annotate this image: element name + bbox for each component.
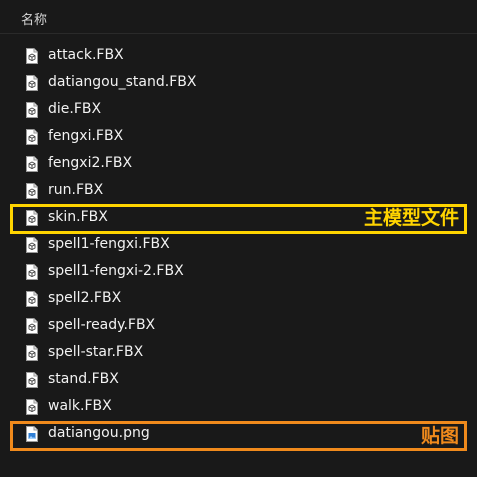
file-row[interactable]: attack.FBX — [0, 43, 477, 70]
file-row[interactable]: spell-ready.FBX — [0, 313, 477, 340]
file-row[interactable]: spell-star.FBX — [0, 340, 477, 367]
header-divider — [0, 33, 477, 34]
file-name: stand.FBX — [48, 371, 119, 387]
fbx-file-icon — [26, 264, 38, 280]
file-row[interactable]: fengxi.FBX — [0, 124, 477, 151]
name-column-header[interactable]: 名称 — [21, 9, 47, 28]
file-row[interactable]: run.FBX — [0, 178, 477, 205]
fbx-file-icon — [26, 156, 38, 172]
file-name: datiangou_stand.FBX — [48, 74, 197, 90]
fbx-file-icon — [26, 372, 38, 388]
file-name: spell2.FBX — [48, 290, 122, 306]
texture-annotation: 贴图 — [420, 425, 459, 447]
fbx-file-icon — [26, 129, 38, 145]
file-row[interactable]: spell1-fengxi-2.FBX — [0, 259, 477, 286]
file-name: attack.FBX — [48, 47, 124, 63]
file-name: spell-star.FBX — [48, 344, 144, 360]
file-list: attack.FBX datiangou_stand.FBX die.FBX f… — [0, 43, 477, 448]
file-row[interactable]: spell1-fengxi.FBX — [0, 232, 477, 259]
fbx-file-icon — [26, 183, 38, 199]
fbx-file-icon — [26, 48, 38, 64]
texture-highlight-box — [10, 421, 467, 451]
file-name: spell-ready.FBX — [48, 317, 156, 333]
file-row[interactable]: fengxi2.FBX — [0, 151, 477, 178]
file-name: fengxi.FBX — [48, 128, 124, 144]
file-row[interactable]: walk.FBX — [0, 394, 477, 421]
column-header: 名称 — [0, 0, 477, 34]
fbx-file-icon — [26, 237, 38, 253]
fbx-file-icon — [26, 75, 38, 91]
main-model-annotation: 主模型文件 — [363, 207, 459, 229]
file-row[interactable]: spell2.FBX — [0, 286, 477, 313]
file-name: spell1-fengxi-2.FBX — [48, 263, 184, 279]
file-name: fengxi2.FBX — [48, 155, 133, 171]
fbx-file-icon — [26, 345, 38, 361]
fbx-file-icon — [26, 399, 38, 415]
fbx-file-icon — [26, 102, 38, 118]
file-row[interactable]: die.FBX — [0, 97, 477, 124]
file-row[interactable]: stand.FBX — [0, 367, 477, 394]
fbx-file-icon — [26, 318, 38, 334]
file-name: run.FBX — [48, 182, 104, 198]
file-name: walk.FBX — [48, 398, 112, 414]
file-row[interactable]: datiangou_stand.FBX — [0, 70, 477, 97]
file-name: spell1-fengxi.FBX — [48, 236, 170, 252]
fbx-file-icon — [26, 291, 38, 307]
file-name: die.FBX — [48, 101, 102, 117]
